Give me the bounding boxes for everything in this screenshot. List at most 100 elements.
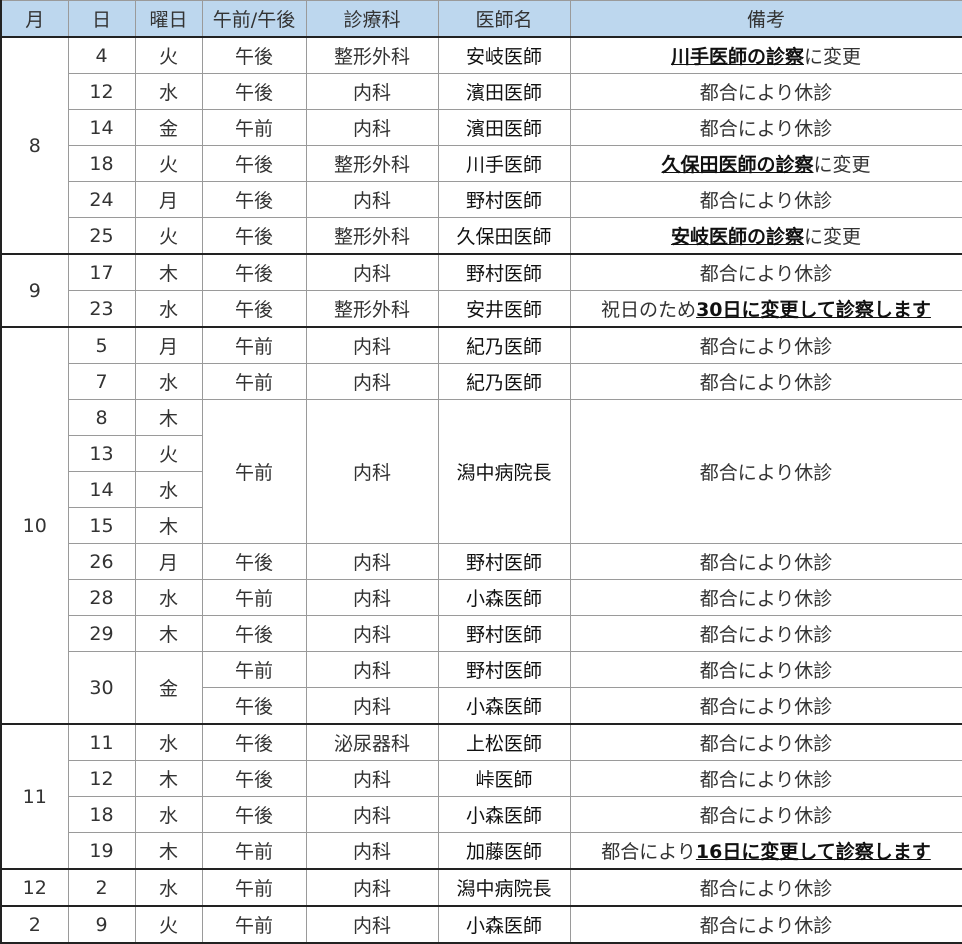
doctor-cell: 小森医師 bbox=[437, 687, 571, 725]
note-emphasis: 久保田医師の診察 bbox=[661, 154, 814, 176]
ampm-cell: 午前 bbox=[201, 109, 307, 146]
month-cell: 8 bbox=[0, 36, 69, 255]
note-cell: 都合により休診 bbox=[569, 868, 962, 907]
table-row: 12 水 午後 内科 濱田医師 都合により休診 bbox=[1, 73, 962, 110]
doctor-cell: 野村医師 bbox=[437, 181, 571, 218]
note-emphasis: 川手医師の診察 bbox=[670, 46, 804, 68]
note-cell: 久保田医師の診察に変更 bbox=[569, 145, 962, 182]
note-emphasis: 30日に変更して診察します bbox=[696, 299, 931, 321]
day-cell: 14 bbox=[67, 109, 136, 146]
month-cell: 9 bbox=[0, 253, 69, 328]
table-row: 12 木 午後 内科 峠医師 都合により休診 bbox=[1, 760, 962, 797]
day-cell: 25 bbox=[67, 217, 136, 255]
table-row: 29 木 午後 内科 野村医師 都合により休診 bbox=[1, 615, 962, 652]
ampm-cell: 午前 bbox=[201, 579, 307, 616]
doctor-cell: 峠医師 bbox=[437, 760, 571, 797]
note-cell: 都合により休診 bbox=[569, 905, 962, 944]
weekday-cell: 火 bbox=[134, 217, 203, 255]
table-row: 11 11 水 午後 泌尿器科 上松医師 都合により休診 bbox=[0, 723, 962, 870]
note-prefix: 祝日のため bbox=[601, 299, 697, 321]
note-suffix: に変更 bbox=[804, 46, 862, 68]
note-cell: 都合により休診 bbox=[569, 181, 962, 218]
department-cell: 内科 bbox=[305, 181, 439, 218]
weekday-cell: 木 bbox=[134, 832, 203, 870]
doctor-cell: 野村医師 bbox=[437, 543, 571, 580]
table-row: 2 9 火 午前 内科 小森医師 都合により休診 bbox=[0, 905, 962, 944]
table-row: 30 金 午前 内科 野村医師 都合により休診 bbox=[1, 651, 962, 725]
doctor-cell: 濱田医師 bbox=[437, 109, 571, 146]
ampm-cell: 午後 bbox=[201, 217, 307, 255]
table-row: 23 水 午後 整形外科 安井医師 祝日のため30日に変更して診察します bbox=[1, 290, 962, 328]
table-row: 24 月 午後 内科 野村医師 都合により休診 bbox=[1, 181, 962, 218]
note-prefix: 都合により bbox=[601, 841, 696, 863]
doctor-cell: 川手医師 bbox=[437, 145, 571, 182]
ampm-cell: 午後 bbox=[201, 615, 307, 652]
table-row: 18 火 午後 整形外科 川手医師 久保田医師の診察に変更 bbox=[1, 145, 962, 182]
ampm-cell: 午前 bbox=[201, 326, 307, 364]
doctor-cell: 野村医師 bbox=[437, 253, 571, 291]
ampm-cell: 午後 bbox=[201, 181, 307, 218]
day-cell: 11 bbox=[67, 723, 136, 761]
ampm-cell: 午後 bbox=[201, 290, 307, 328]
doctor-cell: 潟中病院長 bbox=[437, 868, 571, 907]
weekday-cell: 木 bbox=[134, 253, 203, 291]
department-cell: 内科 bbox=[305, 543, 439, 580]
day-cell: 18 bbox=[67, 145, 136, 182]
weekday-cell: 金 bbox=[134, 109, 203, 146]
table-row: 26 月 午後 内科 野村医師 都合により休診 bbox=[1, 543, 962, 580]
ampm-cell: 午前 bbox=[201, 399, 307, 544]
ampm-cell: 午後 bbox=[201, 145, 307, 182]
header-department: 診療科 bbox=[305, 0, 439, 38]
table-row: 19 木 午前 内科 加藤医師 都合により16日に変更して診察します bbox=[1, 832, 962, 870]
note-cell: 都合により休診 bbox=[569, 796, 962, 833]
weekday-cell: 水 bbox=[134, 363, 203, 400]
table-row: 25 火 午後 整形外科 久保田医師 安岐医師の診察に変更 bbox=[1, 217, 962, 255]
department-cell: 整形外科 bbox=[305, 217, 439, 255]
doctor-cell: 小森医師 bbox=[437, 905, 571, 944]
day-cell: 23 bbox=[67, 290, 136, 328]
ampm-cell: 午後 bbox=[201, 687, 307, 725]
ampm-cell: 午前 bbox=[201, 363, 307, 400]
header-doctor: 医師名 bbox=[437, 0, 571, 38]
note-cell: 都合により休診 bbox=[569, 723, 962, 761]
weekday-cell: 木 bbox=[134, 760, 203, 797]
ampm-cell: 午後 bbox=[201, 796, 307, 833]
ampm-cell: 午前 bbox=[201, 905, 307, 944]
schedule-table: 月 日 曜日 午前/午後 診療科 医師名 備考 8 4 火 午後 整形外科 安岐… bbox=[0, 0, 962, 944]
department-cell: 整形外科 bbox=[305, 145, 439, 182]
day-cell: 9 bbox=[67, 905, 136, 944]
table-row: 8 木 午前 内科 潟中病院長 都合により休診 bbox=[1, 399, 962, 544]
note-emphasis: 16日に変更して診察します bbox=[695, 841, 931, 863]
day-cell: 17 bbox=[67, 253, 136, 291]
ampm-cell: 午前 bbox=[201, 868, 307, 907]
weekday-cell: 水 bbox=[134, 471, 203, 508]
weekday-cell: 火 bbox=[134, 36, 203, 74]
note-cell: 都合により休診 bbox=[569, 326, 962, 364]
note-cell: 都合により休診 bbox=[569, 687, 962, 725]
note-cell: 都合により16日に変更して診察します bbox=[569, 832, 962, 870]
department-cell: 泌尿器科 bbox=[305, 723, 439, 761]
weekday-cell: 水 bbox=[134, 290, 203, 328]
day-cell: 19 bbox=[67, 832, 136, 870]
month-cell: 10 bbox=[0, 326, 69, 725]
day-cell: 7 bbox=[67, 363, 136, 400]
day-cell: 5 bbox=[67, 326, 136, 364]
ampm-cell: 午後 bbox=[201, 73, 307, 110]
day-cell: 15 bbox=[67, 507, 136, 544]
note-cell: 都合により休診 bbox=[569, 109, 962, 146]
department-cell: 内科 bbox=[305, 326, 439, 364]
day-cell: 14 bbox=[67, 471, 136, 508]
doctor-cell: 加藤医師 bbox=[437, 832, 571, 870]
day-cell: 12 bbox=[67, 73, 136, 110]
day-cell: 18 bbox=[67, 796, 136, 833]
weekday-cell: 水 bbox=[134, 73, 203, 110]
department-cell: 整形外科 bbox=[305, 36, 439, 74]
note-cell: 安岐医師の診察に変更 bbox=[569, 217, 962, 255]
table-row: 8 4 火 午後 整形外科 安岐医師 川手医師の診察に変更 bbox=[0, 36, 962, 255]
day-cell: 28 bbox=[67, 579, 136, 616]
department-cell: 内科 bbox=[305, 399, 439, 544]
note-cell: 都合により休診 bbox=[569, 760, 962, 797]
month-cell: 11 bbox=[0, 723, 69, 870]
doctor-cell: 久保田医師 bbox=[437, 217, 571, 255]
weekday-cell: 水 bbox=[134, 868, 203, 907]
